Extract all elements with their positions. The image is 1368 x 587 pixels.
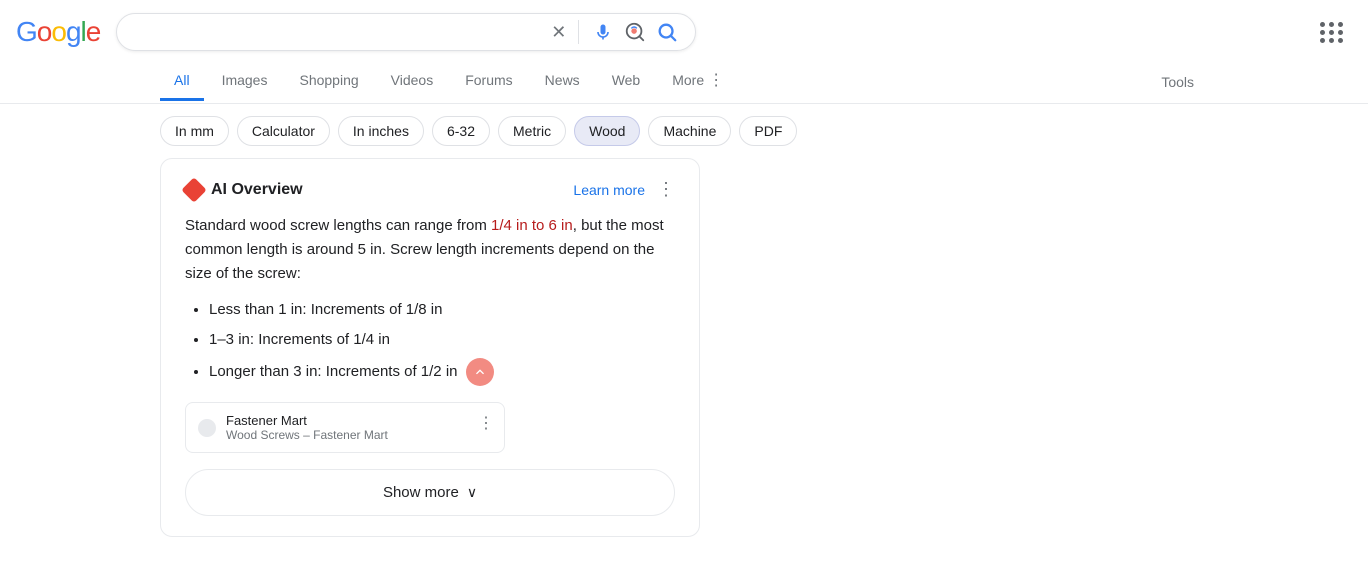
ai-body-before: Standard wood screw lengths can range fr… xyxy=(185,217,491,234)
google-logo: Google xyxy=(16,16,100,48)
ai-diamond-icon xyxy=(181,177,206,202)
lens-icon[interactable] xyxy=(623,20,647,44)
show-more-label: Show more xyxy=(383,484,459,501)
clear-icon[interactable]: ✕ xyxy=(551,22,566,43)
search-bar[interactable]: standard screw lengths ✕ xyxy=(116,13,696,51)
source-subtitle: Wood Screws – Fastener Mart xyxy=(226,428,388,442)
chip-6-32[interactable]: 6-32 xyxy=(432,116,490,146)
ai-learn-more[interactable]: Learn more ⋮ xyxy=(573,179,675,200)
ai-overview-body: Standard wood screw lengths can range fr… xyxy=(185,214,675,386)
ai-bullet-2: 1–3 in: Increments of 1/4 in xyxy=(209,328,675,352)
collapse-button[interactable] xyxy=(466,358,494,386)
bullet-3-text: Longer than 3 in: Increments of 1/2 in xyxy=(209,363,458,380)
ai-bullet-3: Longer than 3 in: Increments of 1/2 in xyxy=(209,358,675,386)
chip-metric[interactable]: Metric xyxy=(498,116,566,146)
chip-in-mm[interactable]: In mm xyxy=(160,116,229,146)
show-more-button[interactable]: Show more ∨ xyxy=(185,469,675,516)
source-dots-icon[interactable]: ⋮ xyxy=(478,413,494,433)
source-favicon xyxy=(198,419,216,437)
chip-machine[interactable]: Machine xyxy=(648,116,731,146)
nav-item-shopping[interactable]: Shopping xyxy=(285,62,372,101)
search-input[interactable]: standard screw lengths xyxy=(133,23,543,41)
nav-bar: All Images Shopping Videos Forums News W… xyxy=(0,60,1368,104)
nav-item-forums[interactable]: Forums xyxy=(451,62,526,101)
mic-icon[interactable] xyxy=(591,20,615,44)
nav-item-more[interactable]: More ⋮ xyxy=(658,60,738,103)
ai-title-left: AI Overview xyxy=(185,181,303,199)
nav-item-images[interactable]: Images xyxy=(208,62,282,101)
chip-calculator[interactable]: Calculator xyxy=(237,116,330,146)
source-citation[interactable]: Fastener Mart Wood Screws – Fastener Mar… xyxy=(185,402,505,453)
chip-wood[interactable]: Wood xyxy=(574,116,640,146)
chip-in-inches[interactable]: In inches xyxy=(338,116,424,146)
search-divider xyxy=(578,20,579,44)
nav-item-videos[interactable]: Videos xyxy=(377,62,448,101)
nav-item-news[interactable]: News xyxy=(531,62,594,101)
ai-bullet-1: Less than 1 in: Increments of 1/8 in xyxy=(209,298,675,322)
chips-bar: In mm Calculator In inches 6-32 Metric W… xyxy=(0,104,1368,158)
nav-item-all[interactable]: All xyxy=(160,62,204,101)
chip-pdf[interactable]: PDF xyxy=(739,116,797,146)
source-name: Fastener Mart xyxy=(226,413,388,428)
ai-overview-header: AI Overview Learn more ⋮ xyxy=(185,179,675,200)
apps-grid xyxy=(1320,22,1344,43)
source-info: Fastener Mart Wood Screws – Fastener Mar… xyxy=(226,413,388,442)
ai-body-highlight: 1/4 in to 6 in xyxy=(491,217,573,234)
three-dots-icon[interactable]: ⋮ xyxy=(657,179,675,200)
ai-bullets-list: Less than 1 in: Increments of 1/8 in 1–3… xyxy=(193,298,675,386)
learn-more-label: Learn more xyxy=(573,182,645,198)
ai-overview-title: AI Overview xyxy=(211,181,303,199)
search-icon[interactable] xyxy=(655,20,679,44)
more-dots-icon: ⋮ xyxy=(708,70,724,90)
main-content: AI Overview Learn more ⋮ Standard wood s… xyxy=(0,158,860,537)
ai-overview: AI Overview Learn more ⋮ Standard wood s… xyxy=(160,158,700,537)
chevron-down-icon: ∨ xyxy=(467,484,477,501)
more-label: More xyxy=(672,72,704,88)
nav-tools[interactable]: Tools xyxy=(1147,64,1208,100)
header: Google standard screw lengths ✕ xyxy=(0,0,1368,60)
nav-item-web[interactable]: Web xyxy=(598,62,655,101)
apps-icon[interactable] xyxy=(1312,12,1352,52)
